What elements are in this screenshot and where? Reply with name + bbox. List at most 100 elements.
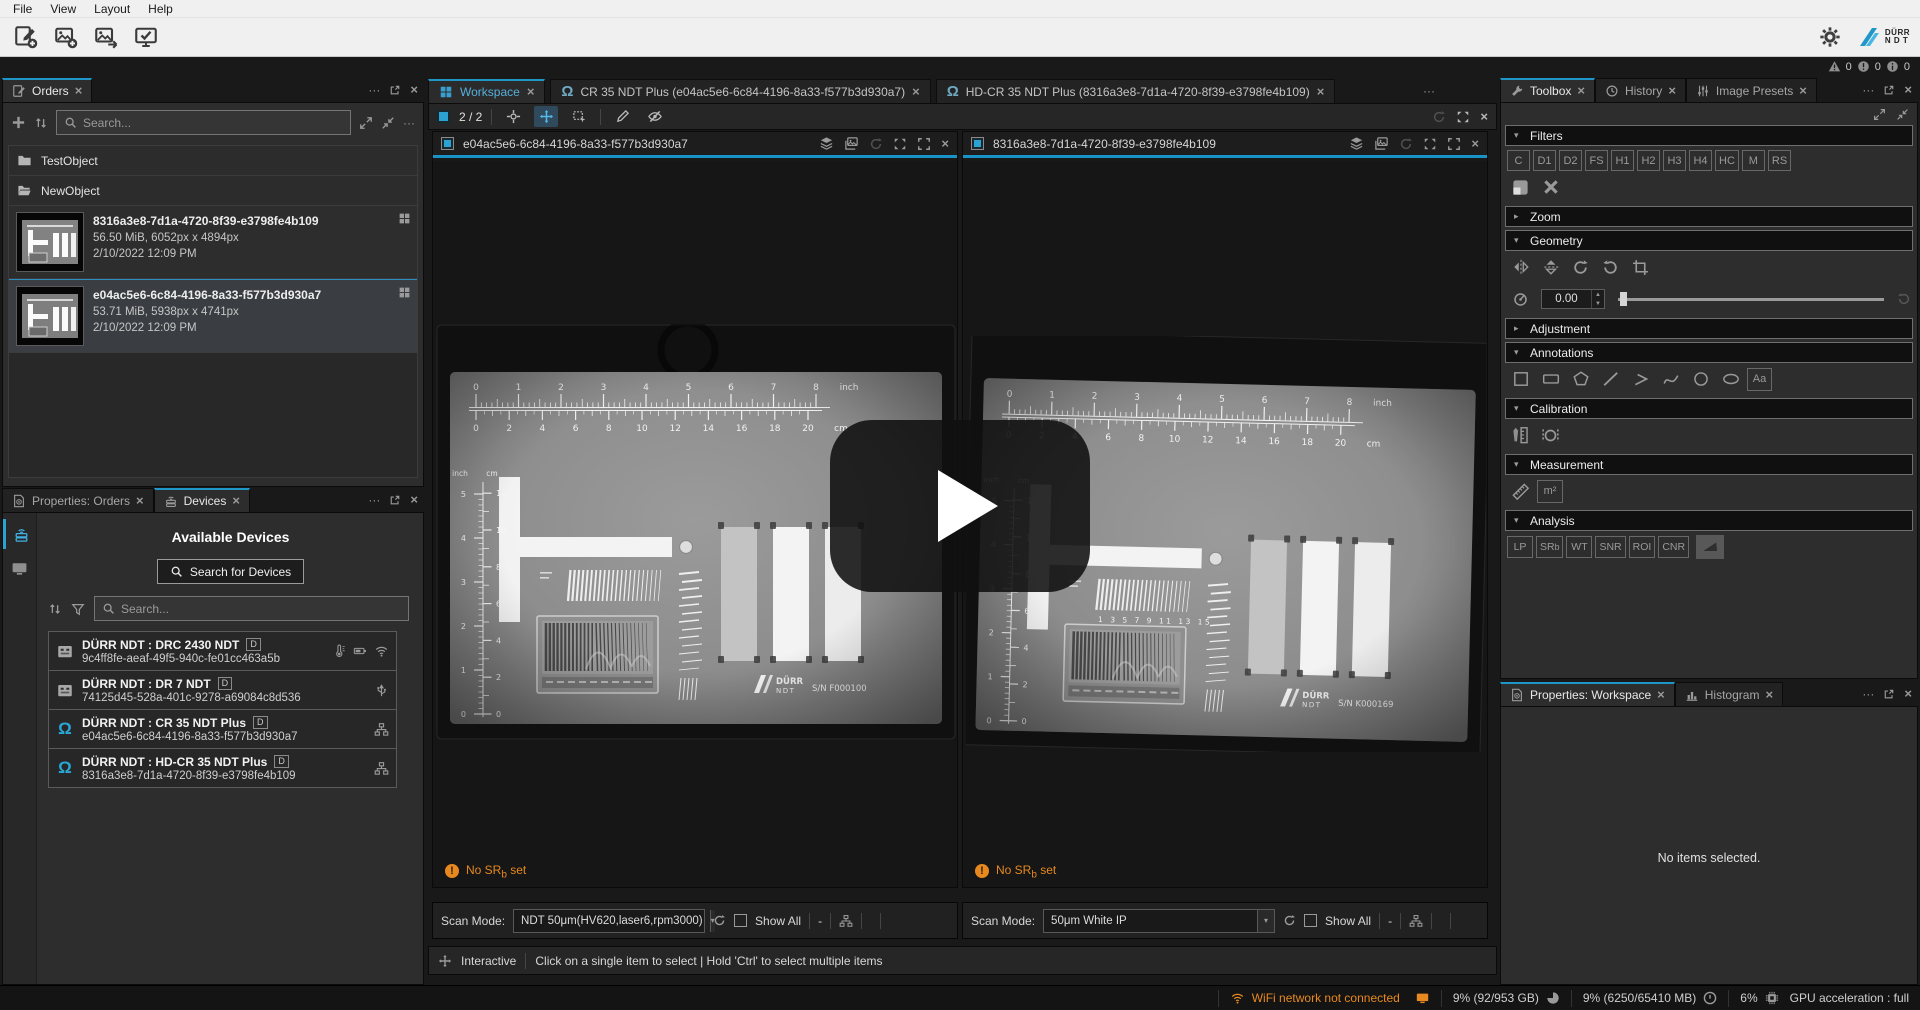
close-icon[interactable]: × (941, 139, 949, 149)
decrement-icon[interactable]: ▼ (1592, 299, 1604, 308)
acquisition-monitor-button[interactable] (130, 22, 162, 52)
rotate-ccw-icon[interactable] (1597, 255, 1624, 279)
panel-menu-icon[interactable]: ··· (1862, 83, 1874, 97)
reset-rotation-icon[interactable] (1897, 292, 1911, 306)
close-icon[interactable]: × (912, 87, 920, 97)
hide-annotations-icon[interactable] (643, 106, 667, 127)
close-icon[interactable]: × (136, 496, 144, 506)
rotation-angle-stepper[interactable]: 0.00 ▲▼ (1541, 289, 1605, 309)
device-row-cr35[interactable]: Ω DÜRR NDT : CR 35 NDT Plus D e04ac5e6-6… (48, 709, 397, 749)
order-image-item-selected[interactable]: e04ac5e6-6c84-4196-8a33-f577b3d930a7 53.… (9, 279, 417, 353)
expand-all-icon[interactable] (359, 116, 373, 130)
filter-m-button[interactable]: M (1742, 150, 1765, 171)
remove-filter-icon[interactable] (1537, 175, 1564, 199)
increment-icon[interactable]: ▲ (1592, 290, 1604, 299)
devices-search-input[interactable] (121, 602, 401, 616)
filter-h2-button[interactable]: H2 (1637, 150, 1660, 171)
close-icon[interactable]: × (1904, 85, 1912, 95)
close-icon[interactable]: × (1577, 86, 1585, 96)
close-icon[interactable]: × (1799, 86, 1807, 96)
panel-menu-icon[interactable]: ··· (368, 493, 380, 507)
tab-history[interactable]: History × (1595, 78, 1686, 102)
draw-rectangle-icon[interactable] (1537, 367, 1564, 391)
close-icon[interactable]: × (1471, 139, 1479, 149)
panel-menu-icon[interactable]: ··· (368, 83, 380, 97)
filter-hc-button[interactable]: HC (1715, 150, 1739, 171)
section-header-measurement[interactable]: ▾ Measurement (1505, 454, 1913, 475)
draw-ellipse-icon[interactable] (1717, 367, 1744, 391)
filter-h4-button[interactable]: H4 (1689, 150, 1712, 171)
warning-triangle-icon[interactable] (1828, 60, 1841, 73)
pan-tool-icon[interactable] (534, 106, 558, 127)
filter-d2-button[interactable]: D2 (1559, 150, 1582, 171)
video-play-button-overlay[interactable] (830, 420, 1090, 592)
sort-icon[interactable] (48, 602, 62, 616)
analysis-roi-button[interactable]: ROI (1629, 536, 1656, 558)
fullscreen-icon[interactable] (917, 137, 931, 151)
flip-horizontal-icon[interactable] (1507, 255, 1534, 279)
viewer-active-checkbox[interactable] (441, 137, 454, 150)
image-stack-icon[interactable] (844, 136, 859, 151)
circle-calibration-icon[interactable] (1537, 423, 1564, 447)
section-header-analysis[interactable]: ▾ Analysis (1505, 510, 1913, 531)
close-icon[interactable]: × (410, 85, 418, 95)
refresh-scan-modes-icon[interactable] (1283, 914, 1296, 927)
menu-help[interactable]: Help (139, 1, 182, 17)
show-all-checkbox[interactable] (1304, 914, 1317, 927)
tab-toolbox[interactable]: Toolbox × (1500, 78, 1595, 102)
maximize-icon[interactable] (893, 137, 907, 151)
filter-rs-button[interactable]: RS (1768, 150, 1791, 171)
export-image-button[interactable] (90, 22, 122, 52)
annotate-tool-icon[interactable] (610, 106, 634, 127)
analysis-srb-button[interactable]: SRb (1536, 536, 1563, 558)
viewer-active-checkbox[interactable] (971, 137, 984, 150)
device-row-hdcr35[interactable]: Ω DÜRR NDT : HD-CR 35 NDT Plus D 8316a3e… (48, 748, 397, 788)
tab-cr35[interactable]: Ω CR 35 NDT Plus (e04ac5e6-6c84-4196-8a3… (550, 79, 930, 103)
new-order-button[interactable] (10, 22, 42, 52)
refresh-icon[interactable] (1432, 110, 1446, 124)
invert-corner-icon[interactable] (1507, 175, 1534, 199)
section-header-calibration[interactable]: ▾ Calibration (1505, 398, 1913, 419)
close-icon[interactable]: × (1765, 690, 1773, 700)
filter-h3-button[interactable]: H3 (1663, 150, 1686, 171)
device-row-dr7[interactable]: DÜRR NDT : DR 7 NDT D 74125d45-528a-401c… (48, 670, 397, 710)
filter-h1-button[interactable]: H1 (1611, 150, 1634, 171)
tab-properties-orders[interactable]: Properties: Orders × (2, 488, 154, 512)
fullscreen-icon[interactable] (1447, 137, 1461, 151)
slider-thumb[interactable] (1620, 292, 1627, 306)
expand-all-icon[interactable] (1873, 108, 1886, 121)
search-for-devices-button[interactable]: Search for Devices (157, 559, 304, 584)
close-icon[interactable]: × (232, 496, 240, 506)
tab-image-presets[interactable]: Image Presets × (1686, 78, 1817, 102)
order-image-item[interactable]: 8316a3e8-7d1a-4720-8f39-e3798fe4b109 56.… (9, 206, 417, 279)
length-calibration-icon[interactable] (1507, 423, 1534, 447)
maximize-icon[interactable] (1423, 137, 1437, 151)
tab-properties-workspace[interactable]: Properties: Workspace × (1500, 682, 1675, 706)
layers-icon[interactable] (819, 136, 834, 151)
layout-indicator-icon[interactable] (437, 110, 450, 123)
filter-c-button[interactable]: C (1507, 150, 1530, 171)
crop-icon[interactable] (1627, 255, 1654, 279)
draw-text-button[interactable]: Aa (1747, 368, 1772, 391)
tab-devices[interactable]: Devices × (154, 488, 250, 512)
reset-view-icon[interactable] (1399, 137, 1413, 151)
section-header-zoom[interactable]: ▸ Zoom (1505, 206, 1913, 227)
draw-line-icon[interactable] (1597, 367, 1624, 391)
refresh-scan-modes-icon[interactable] (713, 914, 726, 927)
draw-angle-icon[interactable] (1627, 367, 1654, 391)
close-icon[interactable]: × (1668, 86, 1676, 96)
image-stack-icon[interactable] (1374, 136, 1389, 151)
section-header-adjustment[interactable]: ▸ Adjustment (1505, 318, 1913, 339)
filter-fs-button[interactable]: FS (1585, 150, 1608, 171)
tab-overflow-menu-icon[interactable]: ··· (1423, 84, 1435, 98)
scan-mode-select[interactable]: 50μm White IP ▾ (1043, 909, 1275, 933)
rotation-slider[interactable] (1618, 292, 1884, 306)
analysis-wt-button[interactable]: WT (1566, 536, 1592, 558)
section-header-geometry[interactable]: ▾ Geometry (1505, 230, 1913, 251)
add-order-icon[interactable] (11, 115, 26, 130)
scan-mode-select[interactable]: NDT 50μm(HV620,laser6,rpm3000) ▾ (513, 909, 705, 933)
show-all-checkbox[interactable] (734, 914, 747, 927)
more-options-icon[interactable]: ··· (403, 116, 415, 130)
measure-length-icon[interactable] (1507, 479, 1534, 503)
analysis-lp-button[interactable]: LP (1507, 536, 1533, 558)
